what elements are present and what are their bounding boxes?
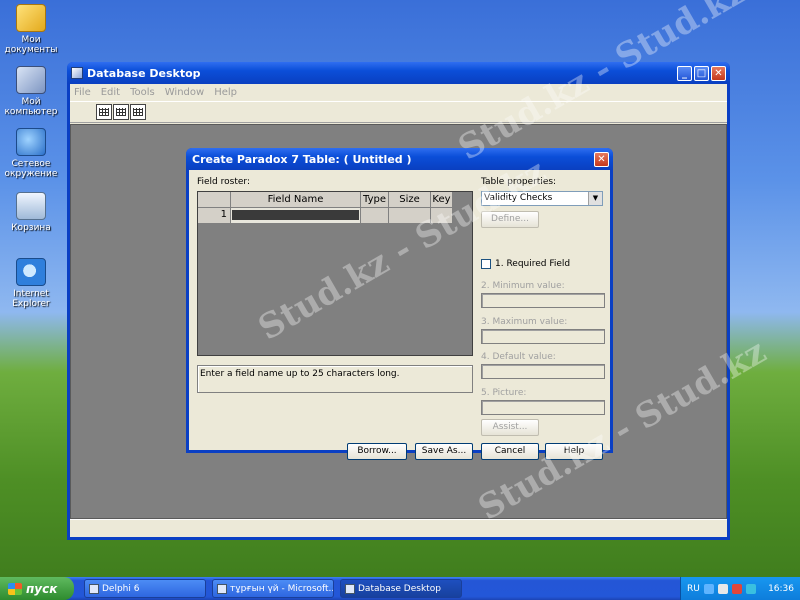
taskbar-item-label: Database Desktop	[358, 583, 441, 594]
clock[interactable]: 16:36	[768, 584, 794, 594]
status-bar	[70, 519, 727, 537]
dialog-titlebar[interactable]: Create Paradox 7 Table: ( Untitled ) ✕	[186, 148, 613, 170]
cancel-button[interactable]: Cancel	[481, 443, 539, 460]
tray-icon-network[interactable]	[703, 583, 714, 594]
tray-icon-app[interactable]	[745, 583, 756, 594]
save-as-button[interactable]: Save As...	[415, 443, 473, 460]
picture-field[interactable]	[481, 400, 605, 415]
open-sql-icon[interactable]	[130, 104, 146, 120]
field-name-editor[interactable]	[232, 210, 359, 220]
table-properties-value: Validity Checks	[484, 193, 553, 203]
borrow-button[interactable]: Borrow...	[347, 443, 407, 460]
table-row[interactable]: 1	[198, 208, 453, 223]
column-header-key[interactable]: Key	[431, 192, 453, 208]
default-value-label: 4. Default value:	[481, 352, 556, 362]
required-field-label: 1. Required Field	[495, 259, 571, 269]
my-computer-icon	[16, 66, 46, 94]
maximum-value-field[interactable]	[481, 329, 605, 344]
taskbar-item-word[interactable]: тұрғын үй - Microsoft...	[212, 579, 334, 598]
toolbar	[70, 101, 727, 123]
column-header-number	[198, 192, 231, 208]
column-header-field-name[interactable]: Field Name	[231, 192, 361, 208]
database-desktop-icon	[345, 583, 355, 594]
word-icon	[217, 583, 227, 594]
main-window-title: Database Desktop	[87, 66, 201, 80]
desktop-icon-label: Мой компьютер	[4, 97, 58, 117]
taskbar-item-database-desktop[interactable]: Database Desktop	[340, 579, 462, 598]
column-header-type[interactable]: Type	[361, 192, 389, 208]
create-table-dialog: Create Paradox 7 Table: ( Untitled ) ✕ F…	[186, 148, 613, 460]
menu-tools[interactable]: Tools	[130, 87, 155, 98]
assist-button[interactable]: Assist...	[481, 419, 539, 436]
desktop-icon-network[interactable]: Сетевое окружение	[0, 128, 62, 179]
windows-logo-icon	[8, 582, 22, 595]
field-name-cell[interactable]	[231, 208, 361, 223]
maximize-button[interactable]: □	[694, 65, 709, 81]
network-icon	[16, 128, 46, 156]
minimum-value-field[interactable]	[481, 293, 605, 308]
desktop-icon-label: Корзина	[11, 223, 51, 233]
required-field-checkbox[interactable]	[481, 259, 491, 269]
help-button[interactable]: Help	[545, 443, 603, 460]
delphi-icon	[89, 583, 99, 594]
desktop-icon-label: Internet Explorer	[12, 289, 50, 309]
menu-window[interactable]: Window	[165, 87, 204, 98]
menu-file[interactable]: File	[74, 87, 91, 98]
field-roster-label: Field roster:	[197, 177, 250, 187]
maximum-value-label: 3. Maximum value:	[481, 317, 568, 327]
close-button[interactable]: ✕	[711, 65, 726, 81]
row-number: 1	[198, 208, 231, 223]
minimum-value-label: 2. Minimum value:	[481, 281, 565, 291]
dialog-body: Field roster: Field Name Type Size Key 1…	[189, 170, 610, 460]
minimize-button[interactable]: _	[677, 65, 692, 81]
open-table-icon[interactable]	[96, 104, 112, 120]
system-tray: RU 16:36	[680, 577, 800, 600]
menu-help[interactable]: Help	[214, 87, 237, 98]
taskbar-item-delphi[interactable]: Delphi 6	[84, 579, 206, 598]
menu-bar: File Edit Tools Window Help	[70, 84, 727, 101]
desktop-icon-recycle-bin[interactable]: Корзина	[0, 192, 62, 233]
start-label: пуск	[26, 581, 58, 596]
main-titlebar[interactable]: Database Desktop _ □ ✕	[67, 62, 730, 84]
desktop-icon-my-documents[interactable]: Мои документы	[0, 4, 62, 55]
taskbar-item-label: Delphi 6	[102, 583, 140, 594]
key-cell[interactable]	[431, 208, 453, 223]
app-icon	[71, 67, 83, 79]
default-value-field[interactable]	[481, 364, 605, 379]
desktop-icon-internet-explorer[interactable]: Internet Explorer	[0, 258, 62, 309]
table-properties-select[interactable]: Validity Checks ▼	[481, 191, 603, 206]
desktop-icon-label: Мои документы	[4, 35, 58, 55]
desktop-icon-label: Сетевое окружение	[4, 159, 58, 179]
open-query-icon[interactable]	[113, 104, 129, 120]
menu-edit[interactable]: Edit	[101, 87, 120, 98]
my-documents-icon	[16, 4, 46, 32]
type-cell[interactable]	[361, 208, 389, 223]
start-button[interactable]: пуск	[0, 577, 74, 600]
recycle-bin-icon	[16, 192, 46, 220]
desktop-icon-my-computer[interactable]: Мой компьютер	[0, 66, 62, 117]
hint-box: Enter a field name up to 25 characters l…	[197, 365, 473, 393]
taskbar: пуск Delphi 6 тұрғын үй - Microsoft... D…	[0, 577, 800, 600]
taskbar-item-label: тұрғын үй - Microsoft...	[230, 583, 334, 594]
dialog-title: Create Paradox 7 Table: ( Untitled )	[192, 152, 412, 166]
field-roster-grid[interactable]: Field Name Type Size Key 1	[197, 191, 473, 356]
grid-header: Field Name Type Size Key	[198, 192, 453, 208]
dialog-close-button[interactable]: ✕	[594, 151, 609, 167]
language-indicator[interactable]: RU	[687, 584, 700, 594]
size-cell[interactable]	[389, 208, 431, 223]
tray-icon-volume[interactable]	[717, 583, 728, 594]
tray-icon-security[interactable]	[731, 583, 742, 594]
chevron-down-icon[interactable]: ▼	[588, 192, 602, 205]
picture-label: 5. Picture:	[481, 388, 527, 398]
internet-explorer-icon	[16, 258, 46, 286]
column-header-size[interactable]: Size	[389, 192, 431, 208]
table-properties-label: Table properties:	[481, 177, 557, 187]
define-button[interactable]: Define...	[481, 211, 539, 228]
